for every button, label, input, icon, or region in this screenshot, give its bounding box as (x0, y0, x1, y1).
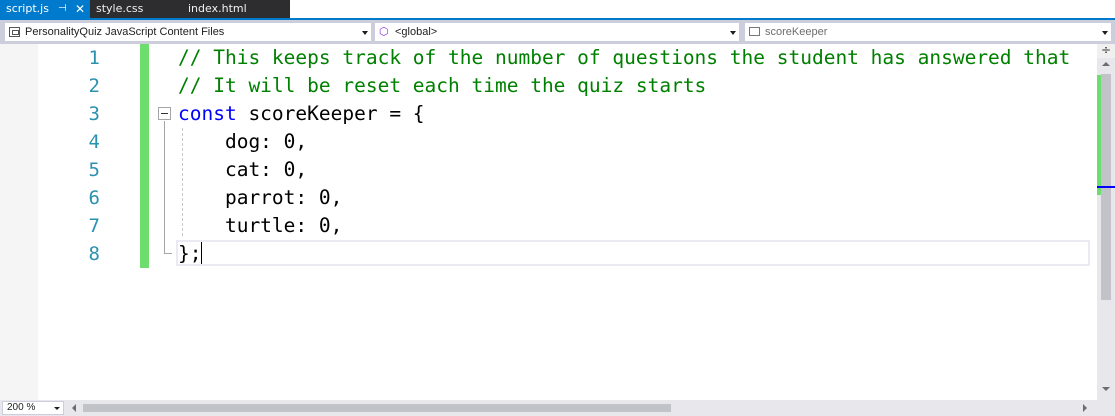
editor-bottom-bar: 200 % (0, 400, 1115, 416)
scope-dropdown[interactable]: ⬡ <global> (374, 22, 740, 42)
zoom-dropdown[interactable]: 200 % (2, 401, 64, 415)
line-number: 1 (88, 47, 100, 69)
tab-strip: script.js ⊣ ✕ style.css index.html (0, 0, 1115, 18)
zoom-level: 200 % (7, 402, 36, 413)
namespace-icon: ⬡ (379, 26, 389, 38)
scroll-left-icon[interactable] (72, 404, 76, 412)
chevron-down-icon (1102, 31, 1108, 35)
scrollbar-change-marker (1097, 75, 1101, 195)
scroll-down-icon[interactable] (1102, 387, 1110, 391)
split-window-icon[interactable]: ÷ (1097, 44, 1115, 58)
project-icon (9, 27, 20, 37)
code-text: const scoreKeeper = { (178, 100, 425, 128)
code-text: }; (178, 242, 202, 265)
close-icon[interactable]: ✕ (75, 0, 85, 18)
text-caret (201, 242, 202, 264)
line-number: 7 (88, 215, 100, 237)
tab-script-js[interactable]: script.js ⊣ ✕ (0, 0, 90, 18)
keyword: const (178, 102, 237, 125)
outline-fold-end (164, 253, 172, 254)
horizontal-scrollbar[interactable] (68, 400, 1097, 416)
tab-label: index.html (188, 2, 247, 15)
tab-label: script.js (6, 2, 49, 15)
chevron-down-icon (54, 407, 60, 410)
navigation-bar: PersonalityQuiz JavaScript Content Files… (0, 20, 1115, 44)
line-number: 4 (88, 131, 100, 153)
code-text: parrot: 0, (178, 186, 343, 209)
vertical-scrollbar[interactable] (1097, 44, 1115, 400)
tab-style-css[interactable]: style.css (90, 0, 180, 18)
code-text: cat: 0, (178, 158, 308, 181)
line-number: 3 (88, 103, 100, 125)
code-text: turtle: 0, (178, 214, 343, 237)
member-icon (749, 27, 760, 36)
code-editor[interactable]: 1 // This keeps track of the number of q… (0, 44, 1097, 400)
code-text: dog: 0, (178, 130, 308, 153)
code-text: // It will be reset each time the quiz s… (178, 74, 707, 97)
project-dropdown[interactable]: PersonalityQuiz JavaScript Content Files (4, 22, 372, 42)
line-number: 5 (88, 159, 100, 181)
line-number: 2 (88, 75, 100, 97)
pin-icon[interactable]: ⊣ (58, 0, 67, 18)
scrollbar-caret-marker (1097, 186, 1115, 188)
horizontal-scroll-thumb[interactable] (83, 404, 671, 412)
member-dropdown[interactable]: scoreKeeper (744, 22, 1112, 42)
tab-label: style.css (96, 2, 144, 15)
chevron-down-icon (730, 31, 736, 35)
indent-guide (182, 128, 183, 236)
code-line: 1 // This keeps track of the number of q… (0, 44, 1097, 72)
member-dropdown-label: scoreKeeper (765, 26, 828, 38)
tab-index-html[interactable]: index.html (180, 0, 290, 18)
scroll-up-icon[interactable] (1102, 62, 1110, 66)
code-line: 2 // It will be reset each time the quiz… (0, 72, 1097, 100)
project-dropdown-label: PersonalityQuiz JavaScript Content Files (25, 26, 225, 38)
outline-fold-line (164, 121, 165, 253)
line-number: 8 (88, 243, 100, 265)
scroll-right-icon[interactable] (1083, 404, 1087, 412)
line-number: 6 (88, 187, 100, 209)
collapse-icon[interactable] (158, 107, 171, 120)
scope-dropdown-label: <global> (395, 26, 438, 38)
chevron-down-icon (362, 31, 368, 35)
code-text-rest: scoreKeeper = { (236, 102, 425, 125)
code-text: // This keeps track of the number of que… (178, 46, 1071, 69)
